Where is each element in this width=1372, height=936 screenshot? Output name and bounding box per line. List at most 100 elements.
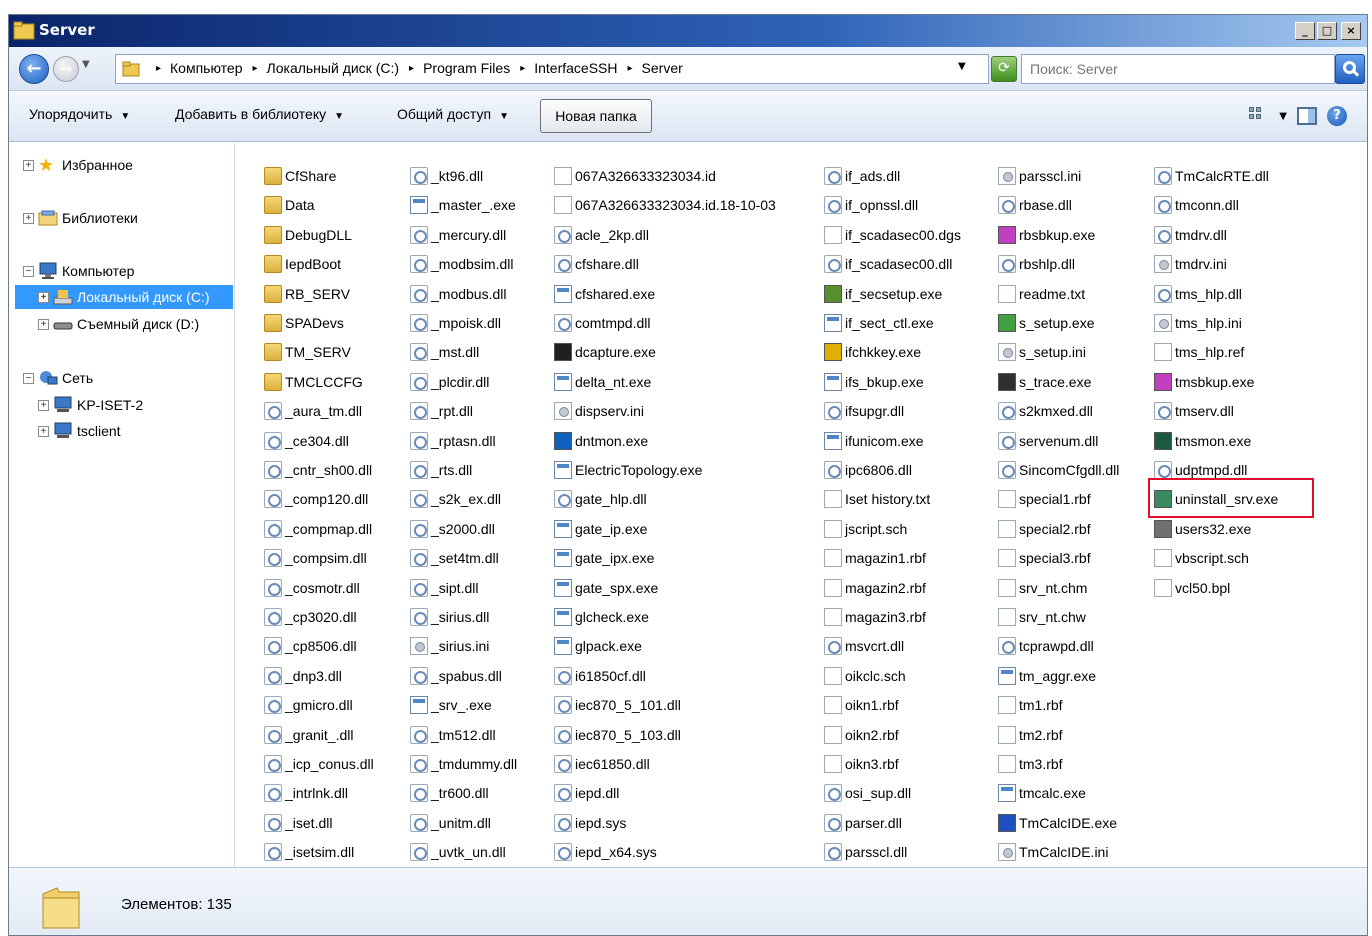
file-item[interactable]: _icp_conus.dll [264, 751, 374, 777]
file-item[interactable]: _tmdummy.dll [410, 751, 517, 777]
nav-favorites[interactable]: + ★ Избранное [23, 153, 133, 177]
file-item[interactable]: vcl50.bpl [1154, 575, 1230, 601]
nav-tsclient[interactable]: + tsclient [38, 419, 121, 443]
file-item[interactable]: servenum.dll [998, 428, 1098, 454]
file-item[interactable]: rbshlp.dll [998, 251, 1075, 277]
nav-local-disk[interactable]: + Локальный диск (C:) [15, 285, 233, 309]
file-item[interactable]: gate_spx.exe [554, 575, 658, 601]
search-button[interactable] [1335, 54, 1365, 84]
file-item[interactable]: s_trace.exe [998, 369, 1091, 395]
breadcrumb-item[interactable]: Компьютер [166, 60, 246, 78]
file-item[interactable]: special2.rbf [998, 516, 1091, 542]
breadcrumb-item[interactable]: InterfaceSSH [530, 60, 621, 78]
file-item[interactable]: tmcalc.exe [998, 780, 1086, 806]
breadcrumb-separator-icon[interactable]: ▸ [150, 60, 166, 78]
close-button[interactable]: × [1341, 22, 1361, 40]
file-item[interactable]: jscript.sch [824, 516, 907, 542]
organize-menu[interactable]: Упорядочить ▼ [29, 106, 130, 122]
maximize-button[interactable]: □ [1317, 22, 1337, 40]
file-item[interactable]: _modbus.dll [410, 281, 507, 307]
file-item[interactable]: tmsbkup.exe [1154, 369, 1254, 395]
file-item[interactable]: tm2.rbf [998, 722, 1063, 748]
file-item[interactable]: _set4tm.dll [410, 545, 499, 571]
collapse-icon[interactable]: − [23, 372, 34, 384]
file-item[interactable]: special3.rbf [998, 545, 1091, 571]
file-item[interactable]: dispserv.ini [554, 398, 644, 424]
file-item[interactable]: ElectricTopology.exe [554, 457, 702, 483]
file-item[interactable]: oikn1.rbf [824, 692, 899, 718]
breadcrumb-separator-icon[interactable]: ▸ [622, 60, 638, 78]
file-item[interactable]: _cp3020.dll [264, 604, 357, 630]
collapse-icon[interactable]: − [23, 265, 34, 277]
file-item[interactable]: _compsim.dll [264, 545, 367, 571]
file-item[interactable]: _spabus.dll [410, 663, 502, 689]
file-item[interactable]: gate_ipx.exe [554, 545, 654, 571]
file-item[interactable]: _mpoisk.dll [410, 310, 501, 336]
file-item[interactable]: oikclc.sch [824, 663, 906, 689]
file-item[interactable]: magazin3.rbf [824, 604, 926, 630]
file-item[interactable]: glpack.exe [554, 633, 642, 659]
file-item[interactable]: _rptasn.dll [410, 428, 496, 454]
file-item[interactable]: _iset.dll [264, 810, 332, 836]
file-item[interactable]: _isetsim.dll [264, 839, 354, 865]
file-item[interactable]: iec870_5_103.dll [554, 722, 681, 748]
file-item[interactable]: if_scadasec00.dgs [824, 222, 961, 248]
file-item[interactable]: _s2k_ex.dll [410, 486, 501, 512]
file-item[interactable]: TM_SERV [264, 339, 351, 365]
nav-computer[interactable]: − Компьютер [23, 259, 134, 283]
file-item[interactable]: glcheck.exe [554, 604, 649, 630]
file-item[interactable]: _sirius.dll [410, 604, 489, 630]
file-item[interactable]: SincomCfgdll.dll [998, 457, 1119, 483]
file-item[interactable]: i61850cf.dll [554, 663, 646, 689]
file-item[interactable]: users32.exe [1154, 516, 1251, 542]
file-item[interactable]: _tr600.dll [410, 780, 489, 806]
file-item[interactable]: IepdBoot [264, 251, 341, 277]
breadcrumb[interactable]: ▸ Компьютер ▸ Локальный диск (C:) ▸ Program F… [115, 54, 989, 84]
file-item[interactable]: 067A326633323034.id [554, 163, 716, 189]
file-item[interactable]: 067A326633323034.id.18-10-03 [554, 192, 776, 218]
breadcrumb-separator-icon[interactable]: ▸ [403, 60, 419, 78]
file-item[interactable]: TmCalcIDE.ini [998, 839, 1108, 865]
file-item[interactable]: _cosmotr.dll [264, 575, 360, 601]
file-item[interactable]: _sirius.ini [410, 633, 489, 659]
file-item[interactable]: Iset history.txt [824, 486, 930, 512]
file-item[interactable]: rbase.dll [998, 192, 1072, 218]
file-item[interactable]: _kt96.dll [410, 163, 483, 189]
expand-icon[interactable]: + [38, 425, 49, 437]
breadcrumb-separator-icon[interactable]: ▸ [514, 60, 530, 78]
file-item[interactable]: _unitm.dll [410, 810, 491, 836]
file-item[interactable]: if_secsetup.exe [824, 281, 942, 307]
file-item[interactable]: acle_2kp.dll [554, 222, 649, 248]
minimize-button[interactable]: _ [1295, 22, 1315, 40]
file-item[interactable]: _s2000.dll [410, 516, 495, 542]
views-icon[interactable] [1249, 107, 1269, 125]
file-item[interactable]: SPADevs [264, 310, 344, 336]
file-item[interactable]: _gmicro.dll [264, 692, 353, 718]
file-item[interactable]: _rpt.dll [410, 398, 473, 424]
file-item[interactable]: tmdrv.dll [1154, 222, 1227, 248]
file-item[interactable]: tmdrv.ini [1154, 251, 1227, 277]
file-item[interactable]: iepd.dll [554, 780, 619, 806]
expand-icon[interactable]: + [38, 318, 49, 330]
file-item[interactable]: TmCalcIDE.exe [998, 810, 1117, 836]
file-item[interactable]: parsscl.dll [824, 839, 907, 865]
file-item[interactable]: delta_nt.exe [554, 369, 651, 395]
nav-network[interactable]: − Сеть [23, 366, 93, 390]
file-item[interactable]: Data [264, 192, 315, 218]
file-item[interactable]: tmserv.dll [1154, 398, 1234, 424]
file-item[interactable]: gate_ip.exe [554, 516, 647, 542]
file-item[interactable]: _mercury.dll [410, 222, 506, 248]
file-item[interactable]: _rts.dll [410, 457, 472, 483]
file-item[interactable]: cfshared.exe [554, 281, 655, 307]
file-item[interactable]: tcprawpd.dll [998, 633, 1094, 659]
chevron-down-icon[interactable]: ▼ [1279, 111, 1287, 122]
file-item[interactable]: if_opnssl.dll [824, 192, 918, 218]
file-item[interactable]: special1.rbf [998, 486, 1091, 512]
file-item[interactable]: dntmon.exe [554, 428, 648, 454]
file-item[interactable]: s2kmxed.dll [998, 398, 1093, 424]
file-item[interactable]: _intrlnk.dll [264, 780, 348, 806]
breadcrumb-item[interactable]: Server [638, 60, 687, 78]
file-item[interactable]: _compmap.dll [264, 516, 372, 542]
file-item[interactable]: tms_hlp.ref [1154, 339, 1244, 365]
file-item[interactable]: srv_nt.chw [998, 604, 1086, 630]
